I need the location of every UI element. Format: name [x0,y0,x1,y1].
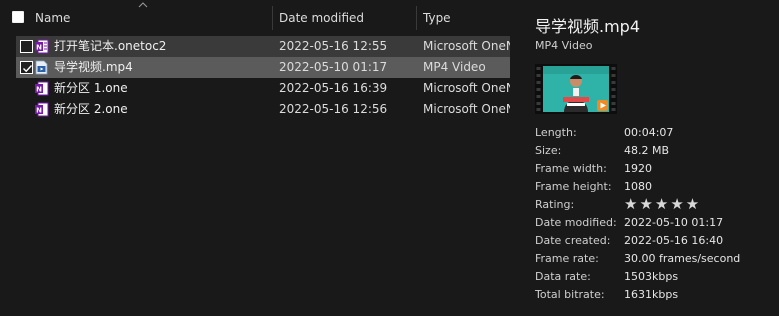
file-type: Microsoft OneNote [423,39,510,53]
row-checkbox[interactable] [20,40,33,53]
property-label: Frame height: [535,180,612,193]
details-pane: 导学视频.mp4 MP4 Video Length: 00:04:07 Size… [510,0,779,316]
file-date-modified: 2022-05-16 12:55 [279,39,388,53]
property-label: Date modified: [535,216,617,229]
file-type: MP4 Video [423,60,486,74]
column-divider[interactable] [416,6,417,30]
property-total-bitrate: Total bitrate: 1631kbps [535,286,775,304]
property-label: Data rate: [535,270,591,283]
file-date-modified: 2022-05-16 16:39 [279,81,388,95]
property-size: Size: 48.2 MB [535,142,775,160]
file-date-modified: 2022-05-16 12:56 [279,102,388,116]
property-label: Frame rate: [535,252,599,265]
file-row-section-2[interactable]: N 新分区 2.one 2022-05-16 12:56 Microsoft O… [16,99,510,120]
property-date-created: Date created: 2022-05-16 16:40 [535,232,775,250]
video-file-icon [35,60,48,75]
file-date-modified: 2022-05-10 01:17 [279,60,388,74]
property-value: 48.2 MB [624,144,670,157]
property-value: 30.00 frames/second [624,252,741,265]
file-name: 新分区 1.one [54,81,128,95]
file-type: Microsoft OneNote [423,81,510,95]
checkmark-icon [23,65,33,73]
property-frame-height: Frame height: 1080 [535,178,775,196]
column-header-name[interactable]: Name [35,6,270,30]
property-label: Total bitrate: [535,288,605,301]
onenote-section-icon: N [35,102,49,117]
svg-text:N: N [36,44,42,52]
property-value: 1503kbps [624,270,679,283]
file-name: 打开笔记本.onetoc2 [54,39,167,53]
property-value: 2022-05-10 01:17 [624,216,724,229]
property-frame-width: Frame width: 1920 [535,160,775,178]
property-label: Rating: [535,198,575,211]
file-row-section-1[interactable]: N 新分区 1.one 2022-05-16 16:39 Microsoft O… [16,78,510,99]
file-list-pane: Name Date modified Type N 打开笔记本.onetoc2 … [0,0,510,316]
property-value: 00:04:07 [624,126,674,139]
onenote-section-icon: N [35,81,49,96]
file-row-mp4[interactable]: 导学视频.mp4 2022-05-10 01:17 MP4 Video [16,57,510,78]
file-type: Microsoft OneNote [423,102,510,116]
svg-text:N: N [36,86,42,94]
property-value: 1920 [624,162,652,175]
file-name: 导学视频.mp4 [54,60,133,74]
details-title: 导学视频.mp4 [535,17,641,36]
rating-stars[interactable]: ★★★★★ [624,195,701,213]
property-value: 1080 [624,180,652,193]
onenote-toc-icon: N [35,39,49,54]
property-data-rate: Data rate: 1503kbps [535,268,775,286]
column-header-row: Name Date modified Type [0,0,510,34]
property-label: Length: [535,126,577,139]
property-frame-rate: Frame rate: 30.00 frames/second [535,250,775,268]
select-all-checkbox[interactable] [12,11,24,23]
property-length: Length: 00:04:07 [535,124,775,142]
column-header-type[interactable]: Type [423,6,510,30]
video-thumbnail [535,64,617,114]
property-value: 2022-05-16 16:40 [624,234,724,247]
property-date-modified: Date modified: 2022-05-10 01:17 [535,214,775,232]
row-checkbox-checked[interactable] [20,61,33,74]
file-row-onetoc2[interactable]: N 打开笔记本.onetoc2 2022-05-16 12:55 Microso… [16,36,510,57]
property-rating: Rating: ★★★★★ [535,195,775,214]
column-header-date-modified[interactable]: Date modified [279,6,414,30]
property-label: Frame width: [535,162,607,175]
svg-text:N: N [36,107,42,115]
property-label: Date created: [535,234,611,247]
file-name: 新分区 2.one [54,102,128,116]
property-label: Size: [535,144,562,157]
details-file-type: MP4 Video [535,39,593,52]
property-value: 1631kbps [624,288,679,301]
column-divider[interactable] [272,6,273,30]
